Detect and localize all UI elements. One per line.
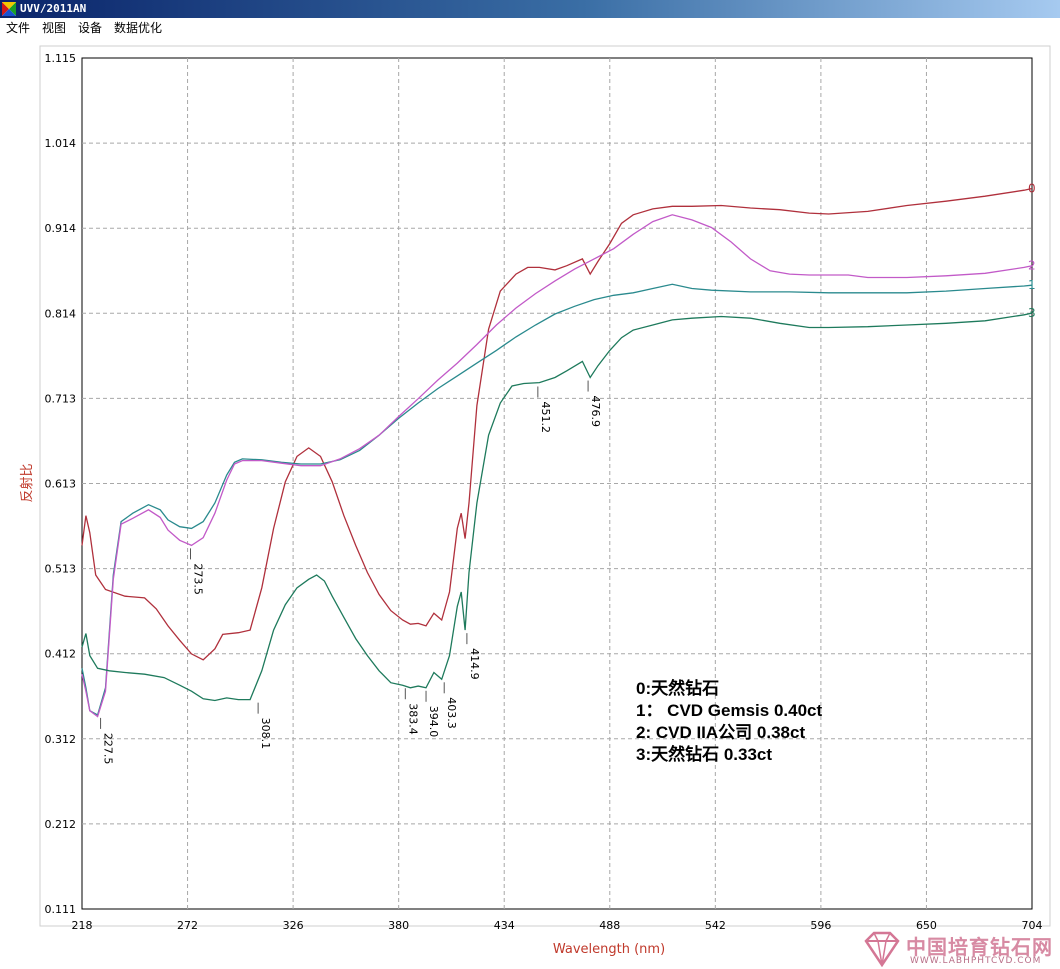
x-tick-label: 218 [72, 919, 93, 932]
peak-label: 476.9 [589, 396, 602, 428]
menu-bar: 文件 视图 设备 数据优化 [0, 18, 1060, 38]
y-tick-label: 0.814 [45, 307, 77, 320]
series-label-2: 2 [1028, 259, 1036, 273]
x-tick-label: 542 [705, 919, 726, 932]
spectrum-chart: 218 272 326 380 434 488 542 596 650 7040.1110.212… [19, 45, 1051, 957]
peak-label: 273.5 [191, 563, 204, 595]
y-tick-label: 0.513 [45, 563, 77, 576]
app-icon [2, 2, 16, 16]
legend-entry-3: 3:天然钻石 0.33ct [636, 745, 773, 764]
window-title: UVV/2011AN [20, 2, 87, 15]
x-tick-label: 380 [388, 919, 409, 932]
peak-label: 383.4 [406, 703, 419, 735]
x-tick-label: 596 [810, 919, 831, 932]
y-tick-label: 0.212 [45, 818, 77, 831]
peak-label: 451.2 [539, 401, 552, 433]
legend-entry-1: 1： CVD Gemsis 0.40ct [636, 701, 823, 720]
y-axis-label: 反射比 [19, 463, 35, 502]
y-tick-label: 1.014 [45, 137, 77, 150]
watermark: 中国培育钻石网 WWW.LABHPHTCVD.COM [860, 929, 1060, 969]
menu-view[interactable]: 视图 [42, 18, 66, 38]
peak-label: 394.0 [427, 706, 440, 738]
y-tick-label: 0.713 [45, 392, 77, 405]
menu-data-optimize[interactable]: 数据优化 [114, 18, 162, 38]
y-tick-label: 1.115 [45, 52, 77, 65]
menu-file[interactable]: 文件 [6, 18, 30, 38]
watermark-url: WWW.LABHPHTCVD.COM [910, 956, 1042, 966]
legend-entry-0: 0:天然钻石 [636, 679, 720, 698]
x-tick-label: 434 [494, 919, 515, 932]
series-label-3: 3 [1028, 306, 1036, 320]
x-tick-label: 326 [283, 919, 304, 932]
y-tick-label: 0.914 [45, 222, 77, 235]
legend-entry-2: 2: CVD IIA公司 0.38ct [636, 723, 806, 742]
peak-label: 308.1 [259, 718, 272, 750]
series-label-1: 1 [1028, 278, 1036, 292]
menu-device[interactable]: 设备 [78, 18, 102, 38]
diamond-logo-icon [864, 931, 900, 967]
series-label-0: 0 [1028, 182, 1036, 196]
y-tick-label: 0.412 [45, 648, 77, 661]
peak-label: 227.5 [102, 733, 115, 765]
x-tick-label: 488 [599, 919, 620, 932]
peak-label: 403.3 [445, 697, 458, 729]
peak-label: 414.9 [468, 648, 481, 680]
y-tick-label: 0.312 [45, 733, 77, 746]
y-tick-label: 0.111 [45, 903, 77, 916]
x-axis-label: Wavelength (nm) [553, 942, 665, 957]
x-tick-label: 272 [177, 919, 198, 932]
chart-legend: 0:天然钻石 1： CVD Gemsis 0.40ct 2: CVD IIA公司… [636, 678, 822, 766]
title-bar: UVV/2011AN [0, 0, 1060, 18]
y-tick-label: 0.613 [45, 478, 77, 491]
